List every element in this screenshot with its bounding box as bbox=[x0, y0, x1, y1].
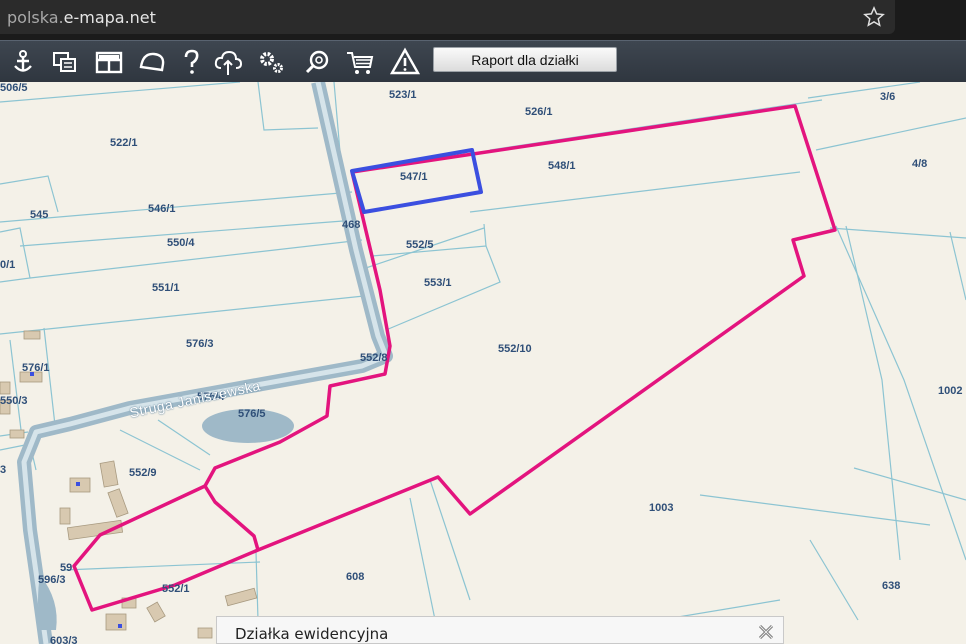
settings-icon[interactable] bbox=[256, 47, 286, 77]
parcel-label[interactable]: 3/6 bbox=[880, 91, 895, 103]
url-text[interactable]: polska.e-mapa.net bbox=[7, 8, 156, 27]
parcel-boundaries bbox=[0, 82, 966, 644]
parcel-label[interactable]: 3 bbox=[0, 464, 6, 476]
layers-icon[interactable] bbox=[50, 47, 80, 77]
parcel-label[interactable]: 546/1 bbox=[148, 203, 176, 215]
parcel-label[interactable]: 551/1 bbox=[152, 282, 180, 294]
parcel-label[interactable]: 596/3 bbox=[38, 574, 66, 586]
parcel-label[interactable]: 526/1 bbox=[525, 106, 553, 118]
parcel-label[interactable]: 552/1 bbox=[162, 583, 190, 595]
layout-icon[interactable] bbox=[94, 47, 124, 77]
parcel-report-button[interactable]: Raport dla działki bbox=[433, 47, 617, 72]
map-canvas[interactable]: 506/5 523/1 526/1 3/6 522/1 548/1 547/1 … bbox=[0, 82, 966, 644]
parcel-label[interactable]: 523/1 bbox=[389, 89, 417, 101]
parcel-label[interactable]: 4/8 bbox=[912, 158, 927, 170]
parcel-label[interactable]: 603/3 bbox=[50, 635, 78, 644]
parcel-label[interactable]: 1003 bbox=[649, 502, 673, 514]
anchor-icon[interactable] bbox=[8, 47, 38, 77]
parcel-label[interactable]: 468 bbox=[342, 219, 360, 231]
parcel-label[interactable]: 576/1 bbox=[22, 362, 50, 374]
close-icon[interactable] bbox=[757, 623, 775, 641]
parcel-label[interactable]: 59 bbox=[60, 562, 72, 574]
parcel-label[interactable]: 552/10 bbox=[498, 343, 532, 355]
panel-title: Działka ewidencyjna bbox=[235, 625, 389, 643]
parcel-label[interactable]: 552/8 bbox=[360, 352, 388, 364]
search-location-icon[interactable] bbox=[302, 47, 332, 77]
parcel-label[interactable]: 552/9 bbox=[129, 467, 157, 479]
info-panel: Działka ewidencyjna bbox=[216, 616, 784, 644]
parcel-label[interactable]: 553/1 bbox=[424, 277, 452, 289]
parcel-label[interactable]: 608 bbox=[346, 571, 364, 583]
map-drawing bbox=[0, 82, 966, 644]
parcel-label[interactable]: 548/1 bbox=[548, 160, 576, 172]
cart-icon[interactable] bbox=[345, 47, 375, 77]
parcel-label[interactable]: 576/3 bbox=[186, 338, 214, 350]
parcel-label[interactable]: 547/1 bbox=[400, 171, 428, 183]
parcel-label[interactable]: 638 bbox=[882, 580, 900, 592]
warning-icon[interactable] bbox=[390, 47, 420, 77]
bookmark-star-icon[interactable] bbox=[862, 6, 886, 28]
parcel-label[interactable]: 545 bbox=[30, 209, 48, 221]
parcel-label[interactable]: 1002 bbox=[938, 385, 962, 397]
parcel-label[interactable]: 576/5 bbox=[238, 408, 266, 420]
parcel-label[interactable]: 506/5 bbox=[0, 82, 28, 94]
parcel-label[interactable]: 552/5 bbox=[406, 239, 434, 251]
address-bar[interactable]: polska.e-mapa.net bbox=[0, 0, 895, 34]
help-icon[interactable] bbox=[176, 47, 206, 77]
parcel-label[interactable]: 522/1 bbox=[110, 137, 138, 149]
parcel-label[interactable]: 0/1 bbox=[0, 259, 15, 271]
cloud-upload-icon[interactable] bbox=[213, 47, 243, 77]
parcel-label[interactable]: 550/4 bbox=[167, 237, 195, 249]
shape-icon[interactable] bbox=[137, 47, 167, 77]
parcel-label[interactable]: 550/3 bbox=[0, 395, 28, 407]
